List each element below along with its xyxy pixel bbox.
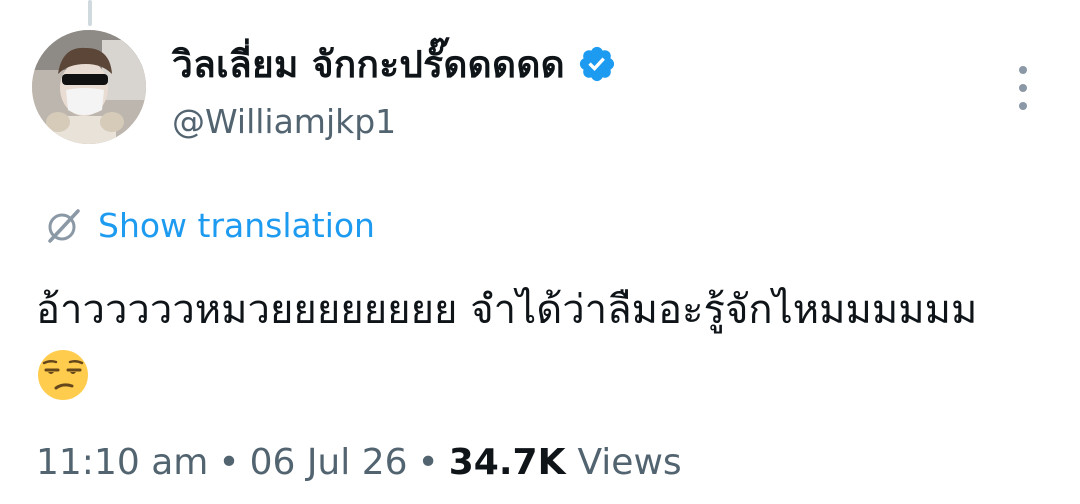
more-dot-icon <box>1019 102 1027 110</box>
unamused-face-emoji-icon <box>36 348 90 402</box>
author-name-row: วิลเลี่ยม จักกะปรั๊ดดดดด <box>172 36 617 92</box>
author-display-name[interactable]: วิลเลี่ยม จักกะปรั๊ดดดดด <box>172 35 565 94</box>
tweet-meta: 11:10 am • 06 Jul 26 • 34.7K Views <box>36 436 682 488</box>
show-translation-label: Show translation <box>98 205 375 245</box>
more-options-button[interactable] <box>1008 66 1038 110</box>
more-dot-icon <box>1019 84 1027 92</box>
meta-separator: • <box>218 441 240 483</box>
tweet-detail: วิลเลี่ยม จักกะปรั๊ดดดดด @Williamjkp1 Sh… <box>0 0 1080 504</box>
translate-globe-icon <box>48 209 80 243</box>
avatar[interactable] <box>32 30 146 144</box>
tweet-time[interactable]: 11:10 am <box>36 442 208 483</box>
meta-separator: • <box>417 441 439 483</box>
show-translation-button[interactable]: Show translation <box>44 200 375 250</box>
verified-badge-icon[interactable] <box>577 44 617 84</box>
author-handle[interactable]: @Williamjkp1 <box>172 102 396 141</box>
views-count[interactable]: 34.7K <box>449 442 566 483</box>
more-dot-icon <box>1019 66 1027 74</box>
views-label[interactable]: Views <box>577 442 681 483</box>
avatar-image <box>32 30 146 144</box>
tweet-date[interactable]: 06 Jul 26 <box>250 442 408 483</box>
tweet-text: อ้าวววววหมวยยยยยยยย จำได้ว่าลืมอะรู้จักไ… <box>36 287 978 333</box>
thread-connector-line <box>88 0 92 26</box>
